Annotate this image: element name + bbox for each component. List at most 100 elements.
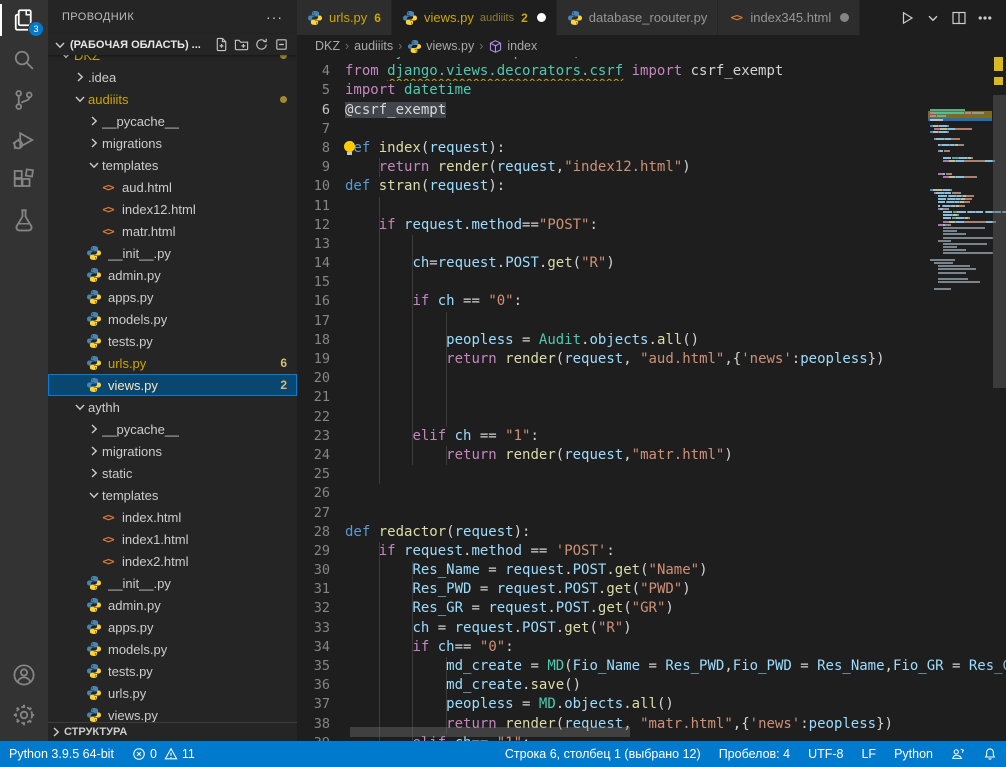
code-line-28[interactable]: 28def redactor(request): <box>297 523 1006 542</box>
code-line-4[interactable]: 4from django.views.decorators.csrf impor… <box>297 62 1006 81</box>
breadcrumb-views.py[interactable]: views.py <box>407 39 474 54</box>
chevron-down-icon[interactable] <box>920 5 946 31</box>
tree-item-__init__.py[interactable]: __init__.py <box>48 572 297 594</box>
dirty-dot-icon[interactable] <box>537 13 546 22</box>
code-line-19[interactable]: 19 return render(request, "aud.html",{'n… <box>297 350 1006 369</box>
activity-run-debug-icon[interactable] <box>0 120 48 160</box>
tree-item-matr.html[interactable]: <>matr.html <box>48 220 297 242</box>
eol-setting[interactable]: LF <box>852 741 885 767</box>
python-interpreter[interactable]: Python 3.9.5 64-bit <box>0 741 123 767</box>
code-line-13[interactable]: 13 <box>297 235 1006 254</box>
tree-item-views.py[interactable]: views.py2 <box>48 374 297 396</box>
tab-database_roouter.py[interactable]: database_roouter.py <box>557 0 719 35</box>
feedback-icon[interactable] <box>942 741 974 767</box>
vertical-scrollbar[interactable] <box>993 95 1006 388</box>
code-line-6[interactable]: 6@csrf_exempt <box>297 101 1006 120</box>
code-line-30[interactable]: 30 Res_Name = request.POST.get("Name") <box>297 561 1006 580</box>
tree-item-admin.py[interactable]: admin.py <box>48 594 297 616</box>
code-line-35[interactable]: 35 md_create = MD(Fio_Name = Res_PWD,Fio… <box>297 657 1006 676</box>
problems-indicator[interactable]: 011 <box>123 741 204 767</box>
bell-icon[interactable] <box>974 741 1006 767</box>
tree-item-static[interactable]: static <box>48 462 297 484</box>
encoding-setting[interactable]: UTF-8 <box>799 741 852 767</box>
cursor-position[interactable]: Строка 6, столбец 1 (выбрано 12) <box>496 741 710 767</box>
activity-account-icon[interactable] <box>0 655 48 695</box>
activity-source-control-icon[interactable] <box>0 80 48 120</box>
dirty-dot-icon[interactable] <box>840 13 849 22</box>
tree-item-aud.html[interactable]: <>aud.html <box>48 176 297 198</box>
tab-views.py[interactable]: views.pyaudiiits2 <box>392 0 557 35</box>
tree-item-index12.html[interactable]: <>index12.html <box>48 198 297 220</box>
more-actions-icon[interactable] <box>972 5 998 31</box>
code-line-20[interactable]: 20 <box>297 369 1006 388</box>
tab-index345.html[interactable]: <>index345.html <box>718 0 860 35</box>
code-line-36[interactable]: 36 md_create.save() <box>297 676 1006 695</box>
new-folder-icon[interactable] <box>231 36 251 54</box>
tree-item-.idea[interactable]: .idea <box>48 66 297 88</box>
code-line-5[interactable]: 5import datetime <box>297 81 1006 100</box>
code-line-24[interactable]: 24 return render(request,"matr.html") <box>297 446 1006 465</box>
code-editor[interactable]: 3from aythh.models import MD,Audit4from … <box>297 57 1006 741</box>
code-line-25[interactable]: 25 <box>297 465 1006 484</box>
breadcrumb-DKZ[interactable]: DKZ <box>315 39 340 53</box>
language-mode[interactable]: Python <box>885 741 942 767</box>
activity-testing-icon[interactable] <box>0 200 48 240</box>
tree-item-migrations[interactable]: migrations <box>48 440 297 462</box>
tab-urls.py[interactable]: urls.py6 <box>297 0 392 35</box>
tree-item-aythh[interactable]: aythh <box>48 396 297 418</box>
run-icon[interactable] <box>894 5 920 31</box>
minimap[interactable] <box>930 109 992 469</box>
code-line-15[interactable]: 15 <box>297 273 1006 292</box>
code-line-37[interactable]: 37 peopless = MD.objects.all() <box>297 695 1006 714</box>
code-line-7[interactable]: 7 <box>297 120 1006 139</box>
tree-item-tests.py[interactable]: tests.py <box>48 330 297 352</box>
sidebar-more-icon[interactable]: ··· <box>266 9 283 25</box>
new-file-icon[interactable] <box>211 36 231 54</box>
tree-item-models.py[interactable]: models.py <box>48 308 297 330</box>
code-line-33[interactable]: 33 ch = request.POST.get("R") <box>297 619 1006 638</box>
tree-item-views.py[interactable]: views.py <box>48 704 297 722</box>
activity-settings-gear-icon[interactable] <box>0 695 48 735</box>
code-line-18[interactable]: 18 peopless = Audit.objects.all() <box>297 331 1006 350</box>
tree-item-models.py[interactable]: models.py <box>48 638 297 660</box>
code-line-23[interactable]: 23 elif ch == "1": <box>297 427 1006 446</box>
split-editor-icon[interactable] <box>946 5 972 31</box>
code-line-26[interactable]: 26 <box>297 484 1006 503</box>
code-line-10[interactable]: 10def stran(request): <box>297 177 1006 196</box>
tree-item-urls.py[interactable]: urls.py <box>48 682 297 704</box>
horizontal-scrollbar[interactable] <box>350 727 630 737</box>
tree-item-DKZ[interactable]: DKZ <box>48 55 297 66</box>
tree-item-index1.html[interactable]: <>index1.html <box>48 528 297 550</box>
tree-item-apps.py[interactable]: apps.py <box>48 616 297 638</box>
tree-item-index.html[interactable]: <>index.html <box>48 506 297 528</box>
tree-item-__init__.py[interactable]: __init__.py <box>48 242 297 264</box>
tree-item-audiiits[interactable]: audiiits <box>48 88 297 110</box>
breadcrumb-index[interactable]: index <box>488 39 537 54</box>
outline-section-header[interactable]: СТРУКТУРА <box>48 722 297 741</box>
tree-item-apps.py[interactable]: apps.py <box>48 286 297 308</box>
code-line-34[interactable]: 34 if ch== "0": <box>297 638 1006 657</box>
tree-item-migrations[interactable]: migrations <box>48 132 297 154</box>
tree-item-__pycache__[interactable]: __pycache__ <box>48 110 297 132</box>
tree-item-templates[interactable]: templates <box>48 154 297 176</box>
code-line-29[interactable]: 29 if request.method == 'POST': <box>297 542 1006 561</box>
code-line-14[interactable]: 14 ch=request.POST.get("R") <box>297 254 1006 273</box>
code-line-16[interactable]: 16 if ch == "0": <box>297 292 1006 311</box>
tree-item-tests.py[interactable]: tests.py <box>48 660 297 682</box>
tree-item-templates[interactable]: templates <box>48 484 297 506</box>
activity-files-icon[interactable]: 3 <box>0 0 48 40</box>
activity-extensions-icon[interactable] <box>0 160 48 200</box>
code-line-31[interactable]: 31 Res_PWD = request.POST.get("PWD") <box>297 580 1006 599</box>
code-line-9[interactable]: 9 return render(request,"index12.html") <box>297 158 1006 177</box>
code-line-11[interactable]: 11 <box>297 197 1006 216</box>
breadcrumb-audiiits[interactable]: audiiits <box>354 39 393 53</box>
indentation-setting[interactable]: Пробелов: 4 <box>710 741 799 767</box>
code-line-21[interactable]: 21 <box>297 388 1006 407</box>
code-line-12[interactable]: 12 if request.method=="POST": <box>297 216 1006 235</box>
tree-item-admin.py[interactable]: admin.py <box>48 264 297 286</box>
collapse-all-icon[interactable] <box>271 36 291 54</box>
code-line-22[interactable]: 22 <box>297 408 1006 427</box>
refresh-icon[interactable] <box>251 36 271 54</box>
tree-item-__pycache__[interactable]: __pycache__ <box>48 418 297 440</box>
code-line-8[interactable]: 8def index(request): <box>297 139 1006 158</box>
